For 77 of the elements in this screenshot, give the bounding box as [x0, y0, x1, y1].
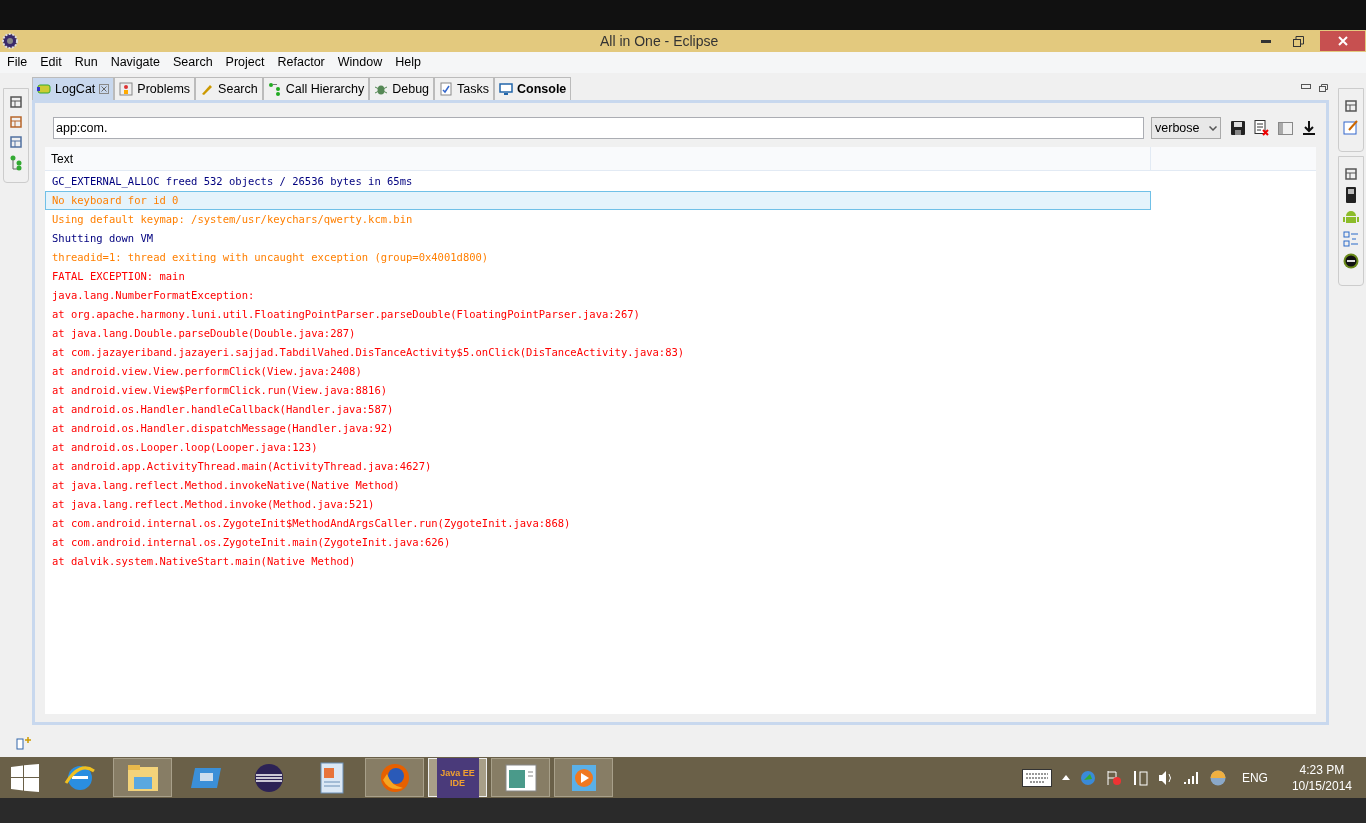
folder-icon — [125, 762, 160, 793]
menu-item[interactable]: Search — [173, 53, 213, 72]
language-indicator[interactable]: ENG — [1241, 768, 1268, 787]
tasks-icon — [439, 82, 454, 96]
close-icon[interactable] — [99, 84, 110, 94]
tree-icon[interactable] — [9, 155, 23, 171]
menu-item[interactable]: Refactor — [277, 53, 325, 72]
log-level-select[interactable]: verbose — [1151, 117, 1221, 139]
firefox-icon — [378, 761, 411, 794]
view-tab[interactable]: Call Hierarchy — [262, 77, 370, 100]
log-row[interactable]: FATAL EXCEPTION: main — [45, 267, 1151, 286]
log-row[interactable]: GC_EXTERNAL_ALLOC freed 532 objects / 26536 bytes in 65ms — [45, 172, 1151, 191]
log-row[interactable]: at android.app.ActivityThread.main(ActivityThread.java:4627) — [45, 457, 1151, 476]
log-row[interactable]: at com.android.internal.os.ZygoteInit$MethodAndArgsCaller.run(ZygoteInit.java:868) — [45, 514, 1151, 533]
document-icon — [317, 761, 346, 794]
log-row[interactable]: java.lang.NumberFormatException: — [45, 286, 1151, 305]
phone-icon[interactable] — [1346, 187, 1356, 203]
keyboard-icon[interactable] — [1021, 768, 1052, 787]
panel-icon[interactable] — [1278, 121, 1293, 135]
taskbar-button[interactable]: Java EE IDE — [428, 758, 487, 797]
log-row[interactable]: Shutting down VM — [45, 229, 1151, 248]
window-title: All in One - Eclipse — [600, 31, 719, 51]
menu-item[interactable]: Project — [225, 53, 265, 72]
window-icon — [503, 762, 538, 793]
log-row[interactable]: at android.view.View$PerformClick.run(View.java:8816) — [45, 381, 1151, 400]
speaker-icon[interactable] — [1157, 769, 1174, 786]
gear-icon — [2, 33, 18, 49]
save-icon[interactable] — [1231, 121, 1245, 135]
menu-item[interactable]: Window — [337, 53, 383, 72]
log-row[interactable]: at android.view.View.performClick(View.java:2408) — [45, 362, 1151, 381]
download-icon[interactable] — [1302, 120, 1316, 136]
log-row[interactable]: at com.android.internal.os.ZygoteInit.main(ZygoteInit.java:626) — [45, 533, 1151, 552]
menu-item[interactable]: Edit — [40, 53, 62, 72]
flag-icon[interactable] — [1105, 769, 1122, 786]
close-button[interactable] — [1320, 31, 1365, 51]
log-row[interactable]: at android.os.Handler.dispatchMessage(Handler.java:92) — [45, 419, 1151, 438]
menu-item[interactable]: Navigate — [110, 53, 160, 72]
minimize-icon[interactable] — [1301, 84, 1311, 89]
chevron-down-icon — [1209, 125, 1217, 131]
search-icon — [200, 82, 215, 96]
log-row[interactable]: at java.lang.Double.parseDouble(Double.java:287) — [45, 324, 1151, 343]
clock[interactable]: 4:23 PM 10/15/2014 — [1291, 761, 1352, 794]
clear-log-icon[interactable] — [1254, 120, 1269, 136]
monitor-icon[interactable] — [1343, 253, 1359, 269]
view-tab[interactable]: Tasks — [434, 77, 494, 100]
maximize-icon[interactable] — [1319, 84, 1328, 92]
edit-icon[interactable] — [1343, 119, 1359, 135]
view-tab[interactable]: Problems — [114, 77, 196, 100]
view-tab[interactable]: LogCat — [32, 77, 115, 100]
log-row[interactable]: at android.os.Handler.handleCallback(Handler.java:587) — [45, 400, 1151, 419]
log-row[interactable]: at java.lang.reflect.Method.invokeNative(Native Method) — [45, 476, 1151, 495]
view-tab[interactable]: Search — [195, 77, 263, 100]
java-ee-ide-icon: Java EE IDE — [436, 757, 479, 798]
log-row[interactable]: at android.os.Looper.loop(Looper.java:123) — [45, 438, 1151, 457]
log-row[interactable]: at com.jazayeriband.jazayeri.sajjad.TabdilVahed.DisTanceActivity$5.onClick(DisTanceActivity.java:83) — [45, 343, 1151, 362]
view-tab[interactable]: Console — [494, 77, 572, 100]
menu-item[interactable]: File — [7, 53, 28, 72]
logcat-icon — [37, 82, 51, 96]
taskbar-button[interactable] — [491, 758, 550, 797]
table-icon[interactable] — [9, 135, 23, 149]
eclipse-icon — [252, 761, 285, 794]
log-row[interactable]: at java.lang.reflect.Method.invoke(Method.java:521) — [45, 495, 1151, 514]
landscape-icon[interactable] — [1209, 769, 1226, 786]
log-row[interactable]: at org.apache.harmony.luni.util.FloatingPointParser.parseDouble(FloatingPointParser.java:267) — [45, 305, 1151, 324]
close-icon — [1337, 36, 1348, 46]
signal-icon[interactable] — [1183, 770, 1200, 785]
minimize-icon[interactable] — [1261, 39, 1271, 43]
layout-icon[interactable] — [1343, 231, 1359, 247]
view-tab[interactable]: Debug — [369, 77, 435, 100]
caret-up-icon[interactable] — [1061, 775, 1070, 780]
windows-logo-icon[interactable] — [11, 763, 39, 792]
filter-field[interactable]: app:com. — [53, 117, 1145, 139]
menu-item[interactable]: Help — [395, 53, 421, 72]
problems-icon — [119, 82, 134, 96]
menu-item[interactable]: Run — [74, 53, 98, 72]
log-row[interactable]: at dalvik.system.NativeStart.main(Native Method) — [45, 552, 1151, 571]
console-icon — [499, 82, 513, 96]
